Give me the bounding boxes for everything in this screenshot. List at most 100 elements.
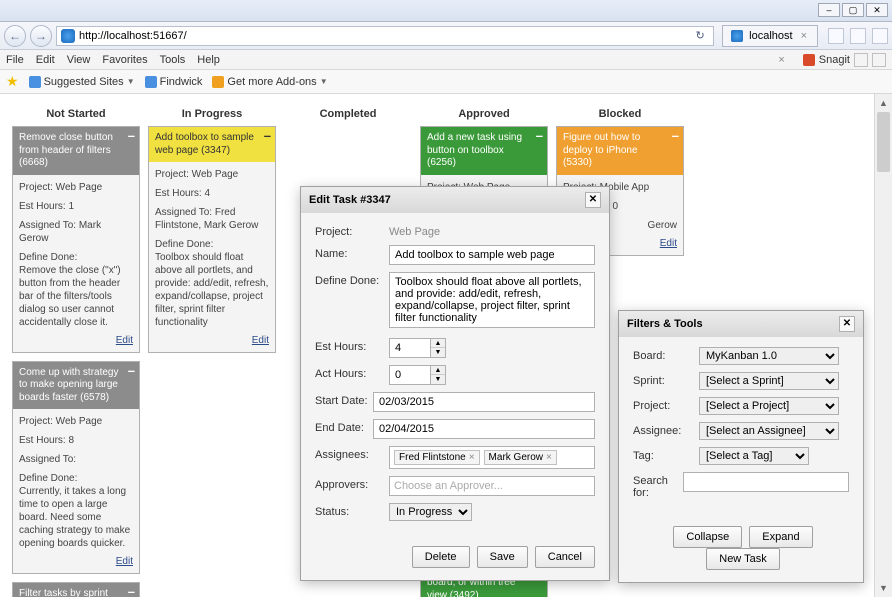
- window-minimize-button[interactable]: –: [818, 3, 840, 17]
- spinner-down-icon[interactable]: ▼: [431, 348, 445, 357]
- window-close-button[interactable]: ✕: [866, 3, 888, 17]
- close-icon[interactable]: ✕: [585, 192, 601, 208]
- addon-icon: [212, 76, 224, 88]
- card-header[interactable]: Figure out how to deploy to iPhone (5330…: [557, 127, 683, 175]
- assignee-select[interactable]: [Select an Assignee]: [699, 422, 839, 440]
- project-label: Project:: [633, 397, 699, 412]
- spinner-down-icon[interactable]: ▼: [431, 375, 445, 384]
- fav-suggested-sites[interactable]: Suggested Sites ▼: [29, 76, 135, 88]
- assignees-label: Assignees:: [315, 446, 389, 461]
- tab-title: localhost: [749, 30, 792, 42]
- scrollbar-thumb[interactable]: [877, 112, 890, 172]
- close-icon[interactable]: ✕: [839, 316, 855, 332]
- fav-label: Get more Add-ons: [227, 76, 316, 88]
- column-header: Approved: [420, 102, 548, 126]
- favorites-star-icon[interactable]: ★: [6, 73, 19, 90]
- card-header[interactable]: Filter tasks by sprint (6504) –: [13, 583, 139, 597]
- menu-file[interactable]: File: [6, 54, 24, 66]
- approvers-tagbox[interactable]: Choose an Approver...: [389, 476, 595, 496]
- collapse-icon[interactable]: –: [672, 131, 679, 141]
- fav-getmore-addons[interactable]: Get more Add-ons ▼: [212, 76, 327, 88]
- expand-button[interactable]: Expand: [749, 526, 812, 548]
- card-body: Project: Web Page Est Hours: 1 Assigned …: [13, 175, 139, 352]
- collapse-button[interactable]: Collapse: [673, 526, 742, 548]
- dialog-header[interactable]: Edit Task #3347 ✕: [301, 187, 609, 213]
- dialog-header[interactable]: Filters & Tools ✕: [619, 311, 863, 337]
- delete-button[interactable]: Delete: [412, 546, 470, 568]
- reload-icon[interactable]: ↻: [691, 29, 709, 42]
- collapse-icon[interactable]: –: [128, 366, 135, 376]
- snagit-toolbar: Snagit: [803, 53, 886, 67]
- assignee-tag: Mark Gerow×: [484, 450, 557, 465]
- search-input[interactable]: [683, 472, 849, 492]
- scroll-down-icon[interactable]: ▼: [875, 579, 892, 597]
- url-input[interactable]: [79, 30, 687, 42]
- spinner-up-icon[interactable]: ▲: [431, 366, 445, 375]
- task-card: Add toolbox to sample web page (3347) – …: [148, 126, 276, 353]
- window-maximize-button[interactable]: ▢: [842, 3, 864, 17]
- edit-link[interactable]: Edit: [155, 335, 269, 346]
- menubar-close-icon[interactable]: ×: [778, 54, 784, 66]
- define-textarea[interactable]: Toolbox should float above all portlets,…: [389, 272, 595, 328]
- name-label: Name:: [315, 245, 389, 260]
- edit-link[interactable]: Edit: [19, 335, 133, 346]
- status-select[interactable]: In Progress: [389, 503, 472, 521]
- tag-select[interactable]: [Select a Tag]: [699, 447, 809, 465]
- browser-tab[interactable]: localhost ×: [722, 25, 818, 47]
- tab-close-icon[interactable]: ×: [799, 30, 809, 42]
- ie-icon: [61, 29, 75, 43]
- collapse-icon[interactable]: –: [128, 587, 135, 597]
- nav-forward-button[interactable]: →: [30, 25, 52, 47]
- spinner-up-icon[interactable]: ▲: [431, 339, 445, 348]
- new-task-button[interactable]: New Task: [706, 548, 779, 570]
- card-header[interactable]: Remove close button from header of filte…: [13, 127, 139, 175]
- menu-edit[interactable]: Edit: [36, 54, 55, 66]
- start-label: Start Date:: [315, 392, 373, 407]
- chevron-down-icon: ▼: [320, 77, 328, 86]
- remove-tag-icon[interactable]: ×: [469, 452, 475, 463]
- end-date-input[interactable]: [373, 419, 595, 439]
- project-value: Web Page: [389, 223, 440, 238]
- collapse-icon[interactable]: –: [536, 131, 543, 141]
- sprint-select[interactable]: [Select a Sprint]: [699, 372, 839, 390]
- project-select[interactable]: [Select a Project]: [699, 397, 839, 415]
- nav-back-button[interactable]: ←: [4, 25, 26, 47]
- est-hours-spinner[interactable]: ▲▼: [389, 338, 446, 358]
- board-select[interactable]: MyKanban 1.0: [699, 347, 839, 365]
- address-bar[interactable]: ↻: [56, 26, 714, 46]
- snagit-capture-icon[interactable]: [854, 53, 868, 67]
- assignees-tagbox[interactable]: Fred Flintstone× Mark Gerow×: [389, 446, 595, 469]
- menu-help[interactable]: Help: [197, 54, 220, 66]
- save-button[interactable]: Save: [477, 546, 528, 568]
- card-header[interactable]: Add a new task using button on toolbox (…: [421, 127, 547, 175]
- card-header[interactable]: Come up with strategy to make opening la…: [13, 362, 139, 410]
- start-date-input[interactable]: [373, 392, 595, 412]
- menu-view[interactable]: View: [67, 54, 91, 66]
- snagit-more-icon[interactable]: [872, 53, 886, 67]
- card-body: Project: Web Page Est Hours: 8 Assigned …: [13, 409, 139, 573]
- tools-icon[interactable]: [872, 28, 888, 44]
- act-hours-spinner[interactable]: ▲▼: [389, 365, 446, 385]
- filters-tools-dialog: Filters & Tools ✕ Board:MyKanban 1.0 Spr…: [618, 310, 864, 583]
- home-icon[interactable]: [828, 28, 844, 44]
- est-hours-input[interactable]: [390, 339, 430, 357]
- menu-favorites[interactable]: Favorites: [102, 54, 147, 66]
- collapse-icon[interactable]: –: [264, 131, 271, 141]
- collapse-icon[interactable]: –: [128, 131, 135, 141]
- board-label: Board:: [633, 347, 699, 362]
- name-input[interactable]: [389, 245, 595, 265]
- dialog-title: Filters & Tools: [627, 318, 703, 330]
- fav-findwick[interactable]: Findwick: [145, 76, 203, 88]
- snagit-label: Snagit: [819, 54, 850, 66]
- menu-tools[interactable]: Tools: [160, 54, 186, 66]
- scroll-up-icon[interactable]: ▲: [875, 94, 892, 112]
- tag-label: Mark Gerow: [489, 452, 543, 463]
- act-hours-input[interactable]: [390, 366, 430, 384]
- favorites-icon[interactable]: [850, 28, 866, 44]
- assignee-label: Assignee:: [633, 422, 699, 437]
- edit-link[interactable]: Edit: [19, 556, 133, 567]
- vertical-scrollbar[interactable]: ▲ ▼: [874, 94, 892, 597]
- card-header[interactable]: Add toolbox to sample web page (3347) –: [149, 127, 275, 162]
- cancel-button[interactable]: Cancel: [535, 546, 595, 568]
- remove-tag-icon[interactable]: ×: [546, 452, 552, 463]
